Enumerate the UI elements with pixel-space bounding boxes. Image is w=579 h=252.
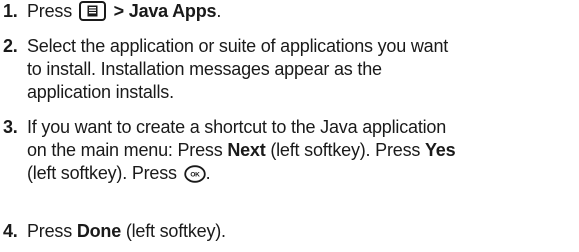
step-number: 3.: [3, 117, 18, 137]
step-number: 4.: [3, 221, 18, 241]
softkey-label-next: Next: [227, 140, 266, 160]
step-text-segment: Press: [27, 1, 73, 21]
menu-key-icon: [78, 1, 106, 21]
step-text-segment: on the main menu: Press: [27, 140, 228, 160]
menu-path: > Java Apps: [113, 1, 217, 21]
step-text-line: to install. Installation messages appear…: [27, 59, 382, 79]
step-text-line: If you want to create a shortcut to the …: [27, 117, 447, 137]
step-text-segment: .: [216, 1, 222, 21]
step-text-line: Select the application or suite of appli…: [27, 36, 449, 56]
svg-text:OK: OK: [190, 172, 200, 179]
ok-key-icon: OK: [183, 165, 206, 189]
step-text-segment: .: [205, 163, 211, 183]
step-text: Press Done (left softkey).: [27, 220, 579, 243]
step-text-line: on the main menu: Press Next (left softk…: [27, 139, 579, 162]
step-text: Select the application or suite of appli…: [27, 35, 579, 104]
step-text-segment: (left softkey). Press: [265, 140, 425, 160]
step-text: If you want to create a shortcut to the …: [27, 116, 579, 185]
step-text-segment: (left softkey).: [121, 221, 226, 241]
step-text-line: (left softkey). Press OK .: [27, 162, 579, 185]
step-text-segment: Press: [27, 221, 77, 241]
step-number: 2.: [3, 36, 18, 56]
instructions-page: 1. Press > Java Apps. 2. Select the appl…: [0, 0, 579, 252]
step-text: Press > Java Apps.: [27, 0, 579, 23]
step-number: 1.: [3, 1, 18, 21]
step-text-segment: (left softkey). Press: [27, 163, 182, 183]
softkey-label-yes: Yes: [424, 140, 456, 160]
step-text-line: application installs.: [27, 82, 174, 102]
softkey-label-done: Done: [76, 221, 122, 241]
